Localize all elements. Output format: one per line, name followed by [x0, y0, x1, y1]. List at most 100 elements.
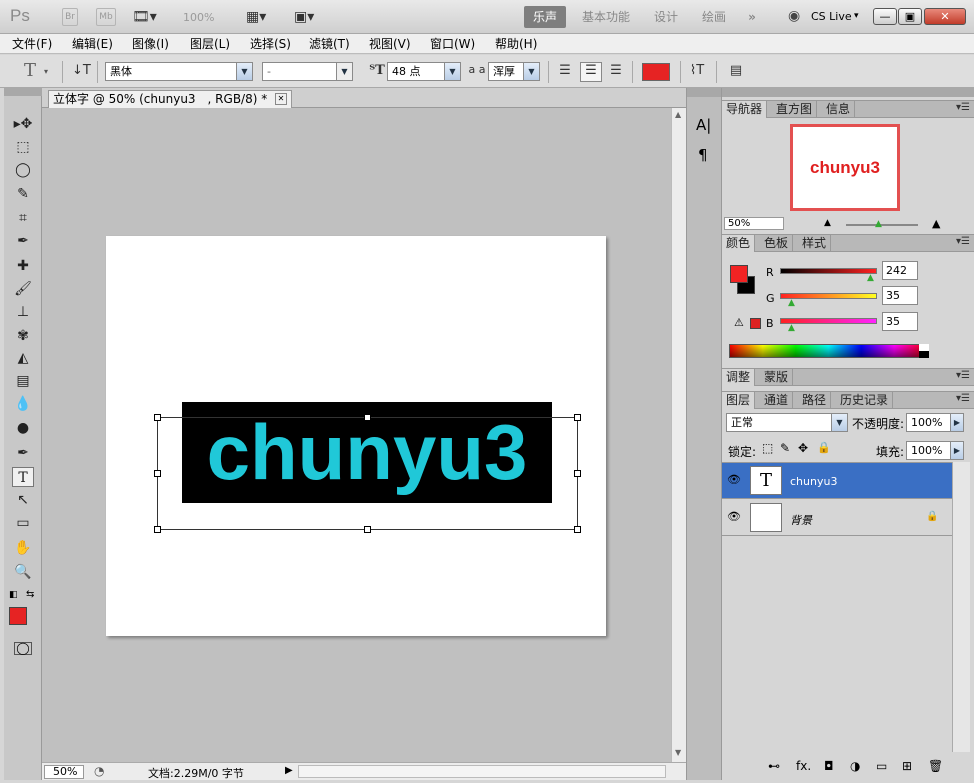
crop-tool-icon[interactable]: ⌗	[12, 208, 34, 228]
color-fg-swatch[interactable]	[730, 265, 748, 283]
zoom-level[interactable]: 100%	[183, 11, 214, 24]
tab-channels[interactable]: 通道	[760, 392, 794, 409]
workspace-lesheng[interactable]: 乐声	[524, 6, 566, 28]
shape-tool-icon[interactable]: ▭	[12, 513, 34, 533]
workspace-painting[interactable]: 绘画	[694, 6, 734, 28]
layer-name[interactable]: chunyu3	[790, 475, 837, 488]
gamut-swatch[interactable]	[750, 318, 761, 329]
character-panel-icon[interactable]: ▤	[727, 63, 745, 78]
align-left-icon[interactable]: ☰	[556, 63, 574, 78]
tab-adjustments[interactable]: 调整	[722, 369, 756, 386]
type-tool-icon[interactable]: T	[12, 467, 34, 487]
vertical-scrollbar[interactable]: ▲ ▼	[671, 108, 686, 762]
paragraph-panel-icon[interactable]: ¶	[698, 146, 708, 164]
tab-layers[interactable]: 图层	[722, 392, 756, 409]
close-button[interactable]: ✕	[924, 8, 966, 25]
lasso-tool-icon[interactable]: ◯	[12, 160, 34, 180]
align-center-icon[interactable]: ☰	[580, 62, 602, 82]
minibridge-button[interactable]: Mb	[96, 8, 116, 26]
minimize-button[interactable]: —	[873, 8, 897, 25]
tab-styles[interactable]: 样式	[798, 235, 832, 252]
layer-row[interactable]: 👁 T chunyu3	[722, 463, 952, 499]
link-icon[interactable]: ⊷	[768, 759, 780, 773]
restore-button[interactable]: ▣	[898, 8, 922, 25]
menu-help[interactable]: 帮助(H)	[495, 36, 537, 52]
g-slider-thumb[interactable]: ▲	[788, 298, 795, 308]
quick-mask-icon[interactable]: ◯	[14, 642, 32, 655]
menu-window[interactable]: 窗口(W)	[430, 36, 475, 52]
text-bounding-box[interactable]	[154, 414, 581, 533]
transform-handle[interactable]	[154, 526, 161, 533]
history-brush-tool-icon[interactable]: ✾	[12, 326, 34, 346]
pen-tool-icon[interactable]: ✒	[12, 443, 34, 463]
healing-tool-icon[interactable]: ✚	[12, 256, 34, 276]
transform-handle[interactable]	[574, 414, 581, 421]
tab-color[interactable]: 颜色	[722, 235, 756, 252]
transform-handle[interactable]	[574, 526, 581, 533]
transform-handle[interactable]	[154, 470, 161, 477]
tab-histogram[interactable]: 直方图	[772, 101, 818, 118]
horizontal-scrollbar[interactable]	[298, 765, 666, 778]
fx-icon[interactable]: fx.	[796, 759, 811, 773]
lock-transparent-icon[interactable]: ⬚	[762, 441, 773, 455]
panel-menu-icon[interactable]: ▾☰	[956, 393, 970, 404]
lock-position-icon[interactable]: ✥	[798, 441, 808, 455]
path-select-tool-icon[interactable]: ↖	[12, 490, 34, 510]
dodge-tool-icon[interactable]: ●	[12, 418, 34, 438]
panel-menu-icon[interactable]: ▾☰	[956, 102, 970, 113]
brush-tool-icon[interactable]: 🖌	[12, 279, 34, 299]
tab-masks[interactable]: 蒙版	[760, 369, 794, 386]
font-size-select[interactable]: 48 点 ▼	[387, 62, 461, 81]
gradient-tool-icon[interactable]: ▤	[12, 371, 34, 391]
b-slider-thumb[interactable]: ▲	[788, 323, 795, 333]
panel-menu-icon[interactable]: ▾☰	[956, 370, 970, 381]
group-icon[interactable]: ▭	[876, 759, 887, 773]
stamp-tool-icon[interactable]: ⊥	[12, 302, 34, 322]
default-colors-icon[interactable]: ◧	[9, 590, 18, 600]
bridge-button[interactable]: Br	[62, 8, 78, 26]
color-ramp[interactable]	[729, 344, 929, 358]
scroll-down-icon[interactable]: ▼	[675, 748, 681, 757]
zoom-tool-icon[interactable]: 🔍	[12, 562, 34, 582]
text-tool-icon[interactable]: T	[24, 60, 36, 81]
antialias-select[interactable]: 浑厚 ▼	[488, 62, 540, 81]
foreground-color-swatch[interactable]	[9, 607, 27, 625]
workspace-essentials[interactable]: 基本功能	[578, 6, 634, 28]
lock-all-icon[interactable]: 🔒	[817, 441, 831, 454]
zoom-in-icon[interactable]: ▲	[932, 217, 940, 230]
color-ramp-bw[interactable]	[919, 344, 929, 358]
menu-layer[interactable]: 图层(L)	[190, 36, 230, 52]
visibility-eye-icon[interactable]: 👁	[726, 510, 742, 526]
blur-tool-icon[interactable]: 💧	[12, 394, 34, 414]
menu-view[interactable]: 视图(V)	[369, 36, 411, 52]
screen-mode-icon[interactable]: ▣▾	[294, 9, 314, 25]
r-value[interactable]: 242	[882, 261, 918, 280]
marquee-tool-icon[interactable]: ⬚	[12, 137, 34, 157]
font-style-select[interactable]: - ▼	[262, 62, 353, 81]
transform-handle[interactable]	[364, 526, 371, 533]
quick-select-tool-icon[interactable]: ✎	[12, 184, 34, 204]
tab-paths[interactable]: 路径	[798, 392, 832, 409]
navigator-preview[interactable]: chunyu3	[790, 124, 900, 211]
close-tab-icon[interactable]: ✕	[275, 93, 287, 105]
character-panel-icon[interactable]: A|	[696, 116, 711, 134]
menu-filter[interactable]: 滤镜(T)	[309, 36, 350, 52]
mask-icon[interactable]: ◘	[824, 759, 834, 773]
panel-menu-icon[interactable]: ▾☰	[956, 236, 970, 247]
fill-field[interactable]: 100% ▶	[906, 441, 964, 460]
g-value[interactable]: 35	[882, 286, 918, 305]
move-tool-icon[interactable]: ▸✥	[12, 114, 34, 134]
menu-edit[interactable]: 编辑(E)	[72, 36, 113, 52]
status-info-icon[interactable]: ◔	[94, 764, 104, 778]
adjustment-icon[interactable]: ◑	[850, 759, 860, 773]
layers-scrollbar[interactable]	[952, 462, 970, 752]
align-right-icon[interactable]: ☰	[607, 63, 625, 78]
layer-name[interactable]: 背景	[790, 512, 812, 528]
trash-icon[interactable]: 🗑	[928, 759, 943, 773]
arrange-icon[interactable]: ▦▾	[246, 9, 266, 25]
film-icon[interactable]: 🎞▾	[132, 9, 157, 25]
cs-live-button[interactable]: CS Live	[811, 10, 852, 23]
status-menu-icon[interactable]: ▶	[285, 765, 293, 776]
tab-info[interactable]: 信息	[822, 101, 856, 118]
font-family-select[interactable]: 黑体 ▼	[105, 62, 253, 81]
